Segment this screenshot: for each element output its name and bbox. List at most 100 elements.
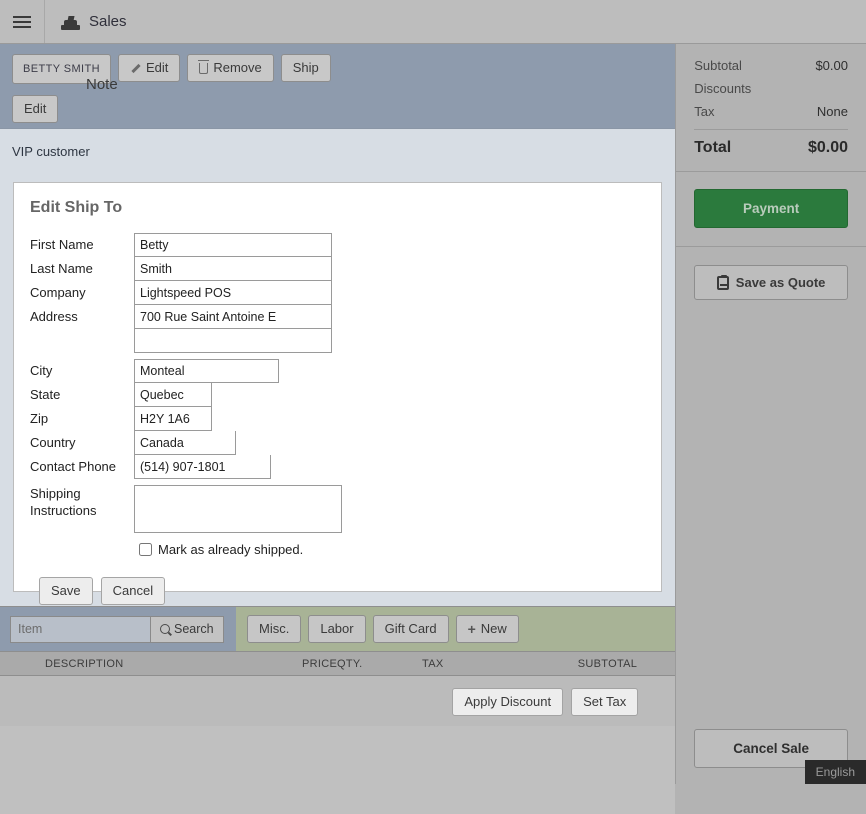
zip-input[interactable] — [134, 407, 212, 431]
contact-phone-input[interactable] — [134, 455, 271, 479]
column-header-description: DESCRIPTION — [45, 657, 124, 670]
apply-discount-button[interactable]: Apply Discount — [452, 688, 564, 716]
shipping-instructions-label: Shipping Instructions — [30, 486, 97, 518]
save-button[interactable]: Save — [39, 577, 93, 605]
payment-button[interactable]: Payment — [694, 189, 848, 228]
item-search-button[interactable]: Search — [150, 615, 224, 643]
mark-already-shipped-label: Mark as already shipped. — [158, 542, 304, 557]
mark-shipped-row: Mark as already shipped. — [139, 542, 645, 557]
address-line1-input[interactable] — [134, 305, 332, 329]
ship-button[interactable]: Ship — [280, 54, 331, 82]
hamburger-line — [13, 15, 31, 18]
zip-label: Zip — [30, 411, 49, 426]
hamburger-line — [13, 25, 31, 28]
contact-phone-label: Contact Phone — [30, 459, 117, 474]
remove-customer-button[interactable]: Remove — [187, 54, 274, 82]
column-header-tax: TAX — [422, 657, 444, 670]
main-layout: BETTY SMITH Edit Remove Ship Note Edit V… — [0, 44, 866, 814]
item-search-zone: Search — [0, 607, 236, 651]
field-row-company: Company — [30, 281, 645, 305]
first-name-input[interactable] — [134, 233, 332, 257]
field-row-zip: Zip — [30, 407, 645, 431]
field-row-last-name: Last Name — [30, 257, 645, 281]
items-table-body: Apply Discount Set Tax — [0, 676, 676, 726]
field-row-city: City — [30, 359, 645, 383]
discounts-label: Discounts — [694, 81, 752, 96]
trash-icon — [198, 59, 210, 74]
first-name-label: First Name — [30, 237, 94, 252]
tax-row: Tax None — [694, 104, 848, 119]
misc-button[interactable]: Misc. — [247, 615, 302, 643]
discounts-row: Discounts — [694, 81, 848, 96]
tax-value: None — [816, 104, 848, 119]
gift-card-button[interactable]: Gift Card — [372, 615, 449, 643]
state-label: State — [30, 387, 61, 402]
edit-note-button[interactable]: Edit — [12, 95, 59, 123]
top-bar: Sales — [0, 0, 866, 44]
subtotal-value: $0.00 — [815, 58, 848, 73]
remove-customer-label: Remove — [213, 60, 262, 75]
new-item-button[interactable]: + New — [455, 615, 519, 643]
item-search-button-label: Search — [174, 622, 214, 636]
edit-customer-button[interactable]: Edit — [117, 54, 181, 82]
company-input[interactable] — [134, 281, 332, 305]
customer-action-bar: BETTY SMITH Edit Remove Ship Note Edit — [0, 44, 676, 128]
column-header-price: PRICE — [302, 657, 338, 670]
totals-divider — [694, 129, 848, 130]
column-header-subtotal: SUBTOTAL — [577, 657, 638, 670]
items-table-filler — [0, 726, 676, 814]
plus-icon: + — [467, 621, 476, 637]
edit-customer-label: Edit — [145, 60, 169, 75]
address-label: Address — [30, 309, 78, 324]
modal-buttons: Save Cancel — [39, 577, 645, 605]
state-input[interactable] — [134, 383, 212, 407]
item-search-input[interactable] — [10, 615, 150, 643]
vip-customer-banner: VIP customer — [0, 128, 676, 182]
search-icon — [160, 624, 170, 634]
address-line2-input[interactable] — [134, 329, 332, 353]
subtotal-label: Subtotal — [694, 58, 742, 73]
subtotal-row: Subtotal $0.00 — [694, 58, 848, 73]
pencil-icon — [130, 63, 141, 74]
field-row-contact-phone: Contact Phone — [30, 455, 645, 479]
vip-customer-text: VIP customer — [12, 144, 90, 159]
tax-label: Tax — [694, 104, 715, 119]
new-item-label: New — [480, 621, 507, 636]
totals-sidebar: Subtotal $0.00 Discounts Tax None Total … — [675, 44, 866, 784]
quote-zone: Save as Quote — [676, 246, 866, 300]
save-as-quote-button[interactable]: Save as Quote — [694, 265, 848, 300]
field-row-country: Country — [30, 431, 645, 455]
modal-title: Edit Ship To — [30, 199, 123, 216]
field-row-address2 — [30, 329, 645, 353]
note-heading: Note — [86, 76, 118, 93]
payment-zone: Payment — [676, 172, 866, 228]
modal-zone: Edit Ship To First Name Last Name Compan… — [0, 182, 676, 606]
language-badge[interactable]: English — [804, 760, 866, 784]
clipboard-icon — [716, 274, 729, 290]
register-base — [61, 24, 80, 30]
note-edit-wrapper: Edit — [12, 95, 59, 123]
totals-summary: Subtotal $0.00 Discounts Tax None Total … — [676, 44, 866, 172]
company-label: Company — [30, 285, 86, 300]
field-row-shipping-instructions: Shipping Instructions — [30, 485, 645, 533]
labor-button[interactable]: Labor — [308, 615, 366, 643]
field-row-address: Address — [30, 305, 645, 329]
total-label: Total — [694, 139, 732, 156]
field-row-state: State — [30, 383, 645, 407]
total-value: $0.00 — [807, 139, 848, 156]
page-title: Sales — [45, 13, 127, 30]
country-input[interactable] — [134, 431, 236, 455]
save-as-quote-label: Save as Quote — [735, 275, 826, 290]
city-label: City — [30, 363, 53, 378]
total-row: Total $0.00 — [694, 139, 848, 157]
set-tax-button[interactable]: Set Tax — [571, 688, 639, 716]
items-table-header: DESCRIPTION PRICE QTY. TAX SUBTOTAL — [0, 651, 676, 676]
page-title-label: Sales — [89, 13, 127, 30]
cancel-button[interactable]: Cancel — [100, 577, 166, 605]
last-name-input[interactable] — [134, 257, 332, 281]
shipping-instructions-textarea[interactable] — [134, 485, 342, 533]
city-input[interactable] — [134, 359, 279, 383]
cash-register-icon — [61, 14, 80, 30]
mark-already-shipped-checkbox[interactable] — [139, 543, 152, 556]
hamburger-icon[interactable] — [0, 0, 45, 43]
